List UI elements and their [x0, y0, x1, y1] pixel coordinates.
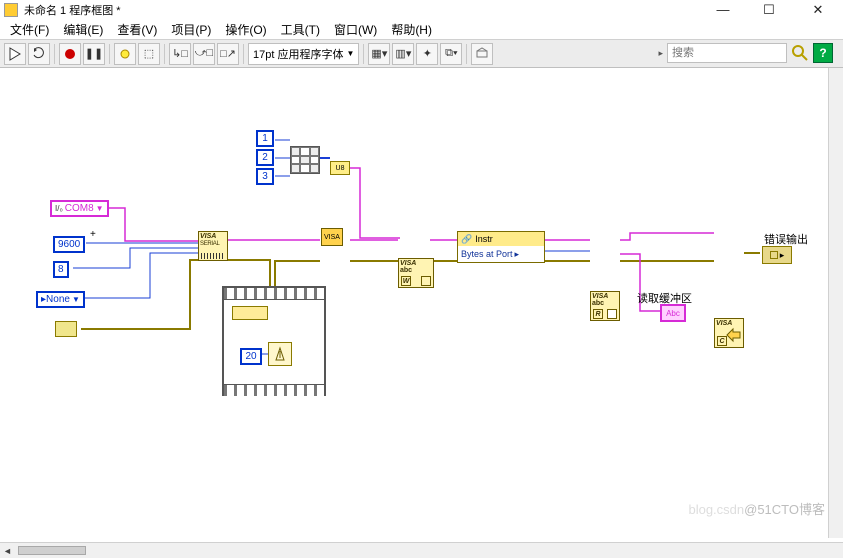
search-icon[interactable] [791, 44, 809, 62]
menu-help[interactable]: 帮助(H) [387, 20, 436, 39]
parity-value: None [46, 294, 70, 305]
flat-sequence-structure[interactable]: 20 [222, 286, 326, 396]
visa-close-node[interactable]: VISA C [714, 318, 744, 348]
search-chevron-icon[interactable]: ▸ [658, 48, 663, 59]
instr-property-node[interactable]: 🔗 Instr Bytes at Port▸ [457, 231, 545, 263]
byte-array-to-string-node[interactable]: U8 [330, 161, 350, 175]
array-const-2[interactable]: 2 [256, 149, 274, 166]
watermark: blog.csdn@51CTO博客 [688, 499, 825, 518]
font-selector[interactable]: 17pt 应用程序字体 ▼ [248, 43, 359, 65]
search-area: ▸ ? [658, 43, 833, 63]
run-continuous-button[interactable] [28, 43, 50, 65]
menu-operate[interactable]: 操作(O) [221, 20, 270, 39]
scroll-thumb[interactable] [18, 546, 86, 555]
baud-value: 9600 [58, 239, 80, 250]
distribute-button[interactable]: ▥▾ [392, 43, 414, 65]
build-array-node[interactable] [290, 146, 320, 174]
block-diagram-canvas[interactable]: I/₀ COM8 ▼ 9600 + 8 ▸None ▼ 1 2 3 U8 VIS… [0, 68, 843, 538]
instr-header: 🔗 Instr [458, 232, 544, 246]
filmstrip-top [224, 288, 324, 300]
close-glyph-icon [726, 327, 742, 343]
visa-peek-node[interactable]: VISA [321, 228, 343, 246]
align-button[interactable]: ▦▾ [368, 43, 390, 65]
error-out-indicator[interactable]: ▸ [762, 246, 792, 264]
highlight-exec-button[interactable] [114, 43, 136, 65]
visa-configure-serial-node[interactable]: VISA SERIAL [198, 231, 228, 261]
link-icon: 🔗 [461, 234, 472, 245]
menu-file[interactable]: 文件(F) [6, 20, 53, 39]
baud-rate-control[interactable]: 9600 [53, 236, 85, 253]
visa-resource-value: COM8 [65, 203, 94, 214]
scroll-left-arrow[interactable]: ◄ [0, 543, 15, 558]
reorder-button[interactable]: ⧉▾ [440, 43, 462, 65]
step-over-button[interactable]: ⤻□ [193, 43, 215, 65]
horizontal-scrollbar[interactable]: ◄ [0, 542, 843, 558]
menu-view[interactable]: 查看(V) [113, 20, 161, 39]
retain-values-button[interactable]: ⬚ [138, 43, 160, 65]
visa-resource-control[interactable]: I/₀ COM8 ▼ [50, 200, 109, 217]
title-bar: 未命名 1 程序框图 * — ☐ ✕ [0, 0, 843, 20]
step-out-button[interactable]: □↗ [217, 43, 239, 65]
write-sub: W [401, 276, 411, 286]
inc-dec-icon: + [90, 229, 96, 240]
close-button[interactable]: ✕ [801, 3, 835, 17]
search-input[interactable] [667, 43, 787, 63]
instr-property-bytes[interactable]: Bytes at Port▸ [458, 246, 544, 262]
chevron-down-icon: ▼ [96, 204, 104, 213]
error-in-constant[interactable] [55, 321, 77, 337]
app-icon [4, 3, 18, 17]
io-prefix: I/₀ [55, 204, 63, 213]
error-out-label: 错误输出 [764, 231, 808, 247]
data-bits-control[interactable]: 8 [53, 261, 69, 278]
context-help-button[interactable]: ? [813, 43, 833, 63]
visa-serial-sub: SERIAL [200, 241, 220, 247]
chevron-down-icon: ▼ [72, 295, 80, 304]
stop-button[interactable] [59, 43, 81, 65]
array-const-3[interactable]: 3 [256, 168, 274, 185]
read-sub: R [593, 309, 603, 319]
visa-read-node[interactable]: VISA abc R [590, 291, 620, 321]
visa-label: VISA [200, 233, 216, 240]
window-title: 未命名 1 程序框图 * [24, 2, 709, 18]
run-button[interactable] [4, 43, 26, 65]
array-const-1[interactable]: 1 [256, 130, 274, 147]
chevron-down-icon: ▼ [346, 49, 354, 58]
menu-project[interactable]: 项目(P) [167, 20, 215, 39]
cleanup-diagram-button[interactable] [471, 43, 493, 65]
parity-control[interactable]: ▸None ▼ [36, 291, 85, 308]
font-selector-label: 17pt 应用程序字体 [253, 46, 343, 62]
cleanup-button[interactable]: ✦ [416, 43, 438, 65]
menu-edit[interactable]: 编辑(E) [59, 20, 107, 39]
filmstrip-bottom [224, 384, 324, 396]
menu-tools[interactable]: 工具(T) [277, 20, 324, 39]
minimize-button[interactable]: — [709, 3, 737, 17]
wire-layer [0, 68, 843, 538]
array-constant-group: 1 2 3 [256, 130, 274, 185]
pause-button[interactable]: ❚❚ [83, 43, 105, 65]
maximize-button[interactable]: ☐ [755, 3, 783, 17]
read-buffer-indicator[interactable]: Abc [660, 304, 686, 322]
visa-write-node[interactable]: VISA abc W [398, 258, 434, 288]
step-into-button[interactable]: ↳□ [169, 43, 191, 65]
data-bits-value: 8 [58, 264, 64, 275]
menu-window[interactable]: 窗口(W) [330, 20, 381, 39]
menu-bar: 文件(F) 编辑(E) 查看(V) 项目(P) 操作(O) 工具(T) 窗口(W… [0, 20, 843, 40]
toolbar: ❚❚ ⬚ ↳□ ⤻□ □↗ 17pt 应用程序字体 ▼ ▦▾ ▥▾ ✦ ⧉▾ ▸… [0, 40, 843, 68]
window-buttons: — ☐ ✕ [709, 3, 835, 17]
vertical-scrollbar[interactable] [828, 68, 843, 538]
